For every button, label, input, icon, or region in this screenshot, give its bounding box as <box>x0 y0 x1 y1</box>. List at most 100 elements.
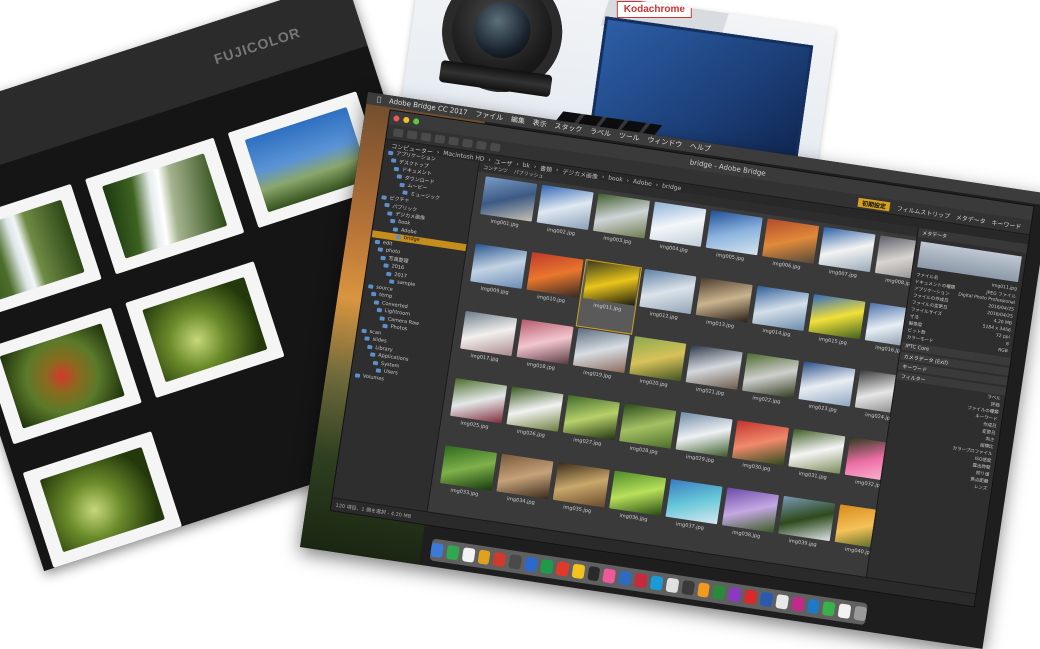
dock-app-icon[interactable] <box>743 589 758 605</box>
thumbnail-item[interactable]: img028.jpg <box>613 403 677 476</box>
thumbnail-item[interactable]: img023.jpg <box>792 361 856 434</box>
thumbnail-image <box>695 277 753 323</box>
dock-app-icon[interactable] <box>728 586 742 603</box>
menubar-item[interactable]: ツール <box>618 131 640 144</box>
thumbnail-item[interactable]: img018.jpg <box>510 319 574 392</box>
workspace-essentials[interactable]: 初期設定 <box>857 197 891 211</box>
content-panel: コンテンツ パブリッシュ img001.jpg img002.jpg img003.j… <box>427 162 919 579</box>
forward-button[interactable] <box>406 130 418 140</box>
dock-app-icon[interactable] <box>853 605 868 622</box>
close-button[interactable] <box>392 115 400 122</box>
thumbnail-item[interactable]: img001.jpg <box>474 176 538 249</box>
dock-app-icon[interactable] <box>790 596 805 612</box>
menubar-item[interactable]: ヘルプ <box>689 141 711 154</box>
dock-app-icon[interactable] <box>586 565 601 582</box>
thumbnail-item[interactable]: img020.jpg <box>623 336 687 409</box>
apple-icon[interactable]:  <box>376 95 381 104</box>
dock-app-icon[interactable] <box>649 575 664 591</box>
dock-app-icon[interactable] <box>665 577 680 594</box>
thumbnail-item[interactable]: img038.jpg <box>716 487 780 560</box>
thumbnail-item[interactable]: img014.jpg <box>746 285 810 358</box>
back-button[interactable] <box>392 128 404 138</box>
thumbnail-item[interactable]: img022.jpg <box>736 352 800 426</box>
dock-app-icon[interactable] <box>492 551 507 568</box>
thumbnail-item[interactable]: img030.jpg <box>726 420 790 493</box>
dock-app-icon[interactable] <box>806 598 821 615</box>
folder-icon <box>387 210 393 216</box>
folder-icon <box>380 255 386 261</box>
thumbnail-item[interactable]: img037.jpg <box>659 478 723 552</box>
dock-app-icon[interactable] <box>822 601 836 617</box>
zoom-button[interactable] <box>412 118 420 125</box>
metadata-value: 8 <box>1005 342 1010 348</box>
menubar-item[interactable]: 編集 <box>510 114 525 126</box>
thumbnail-item[interactable]: img017.jpg <box>454 310 518 384</box>
rotate-left-button[interactable] <box>475 140 487 151</box>
dock-app-icon[interactable] <box>555 561 570 577</box>
refine-button[interactable] <box>448 136 460 146</box>
thumbnail-filename: img023.jpg <box>808 403 838 414</box>
thumbnail-item[interactable]: img002.jpg <box>530 184 594 257</box>
thumbnail-item[interactable]: img007.jpg <box>812 226 876 300</box>
thumbnail-item[interactable]: img006.jpg <box>756 218 820 291</box>
dock-app-icon[interactable] <box>477 549 491 566</box>
dock-app-icon[interactable] <box>461 547 476 563</box>
thumbnail-item[interactable]: img003.jpg <box>587 193 651 266</box>
thumbnail-image <box>685 344 743 390</box>
dock-app-icon[interactable] <box>445 544 460 561</box>
dock-app-icon[interactable] <box>602 568 617 584</box>
thumbnail-item[interactable]: img026.jpg <box>500 386 564 459</box>
rotate-right-button[interactable] <box>489 142 501 153</box>
dock-app-icon[interactable] <box>539 558 554 575</box>
dock-app-icon[interactable] <box>696 582 711 598</box>
thumbnail-item[interactable]: img015.jpg <box>802 294 866 367</box>
thumbnail-item[interactable]: img019.jpg <box>567 327 631 400</box>
folder-icon <box>384 202 390 208</box>
camera-import-button[interactable] <box>434 134 446 144</box>
dock-app-icon[interactable] <box>837 603 852 619</box>
thumbnail-image <box>705 209 763 256</box>
thumbnail-filename: img009.jpg <box>480 285 509 296</box>
menubar-item[interactable]: スタック <box>554 121 583 135</box>
thumbnail-item[interactable]: img036.jpg <box>603 470 667 543</box>
dock-app-icon[interactable] <box>524 556 538 573</box>
folder-icon <box>395 234 402 240</box>
dock-app-icon[interactable] <box>430 542 444 559</box>
workspace-tab[interactable]: キーワード <box>988 217 1025 231</box>
thumbnail-item[interactable]: img027.jpg <box>557 394 621 468</box>
thumbnail-item[interactable]: img012.jpg <box>633 268 697 342</box>
recent-folder-button[interactable] <box>420 132 432 142</box>
workspace-tab[interactable]: メタデータ <box>952 211 989 225</box>
open-in-camera-raw-button[interactable] <box>461 138 474 148</box>
dock-app-icon[interactable] <box>712 584 727 601</box>
thumbnail-item[interactable]: img004.jpg <box>643 201 707 274</box>
thumbnail-item[interactable]: img039.jpg <box>772 495 836 569</box>
thumbnail-item[interactable]: img005.jpg <box>700 209 764 283</box>
dock-app-icon[interactable] <box>618 570 633 587</box>
thumbnail-item[interactable]: img010.jpg <box>520 251 584 325</box>
dock-app-icon[interactable] <box>508 554 523 570</box>
thumbnail-item[interactable]: img035.jpg <box>547 462 611 535</box>
dock-app-icon[interactable] <box>775 593 789 610</box>
dock-app-icon[interactable] <box>759 591 774 608</box>
thumbnail-item[interactable]: img009.jpg <box>464 243 528 316</box>
thumbnail-item[interactable]: img031.jpg <box>782 428 846 501</box>
dock-app-icon[interactable] <box>571 563 585 580</box>
thumbnail-item[interactable]: img013.jpg <box>690 277 754 350</box>
menubar-item[interactable]: ラベル <box>589 126 611 139</box>
folder-icon <box>396 174 403 180</box>
thumbnail-item[interactable]: img033.jpg <box>434 445 498 518</box>
thumbnail-filename: img027.jpg <box>572 437 602 448</box>
menubar-item[interactable]: 表示 <box>532 118 547 130</box>
dock-app-icon[interactable] <box>680 579 695 596</box>
dock-app-icon[interactable] <box>633 572 648 589</box>
thumbnail-image <box>817 226 876 273</box>
thumbnail-item[interactable]: img029.jpg <box>669 411 733 485</box>
thumbnail-filename: img029.jpg <box>685 454 715 465</box>
minimize-button[interactable] <box>402 116 410 124</box>
thumbnail-item[interactable]: img034.jpg <box>490 453 554 526</box>
thumbnail-item[interactable]: img025.jpg <box>444 378 508 451</box>
folder-icon <box>374 239 381 245</box>
thumbnail-item[interactable]: img021.jpg <box>679 344 743 417</box>
thumbnail-item[interactable]: img011.jpg <box>575 259 643 335</box>
